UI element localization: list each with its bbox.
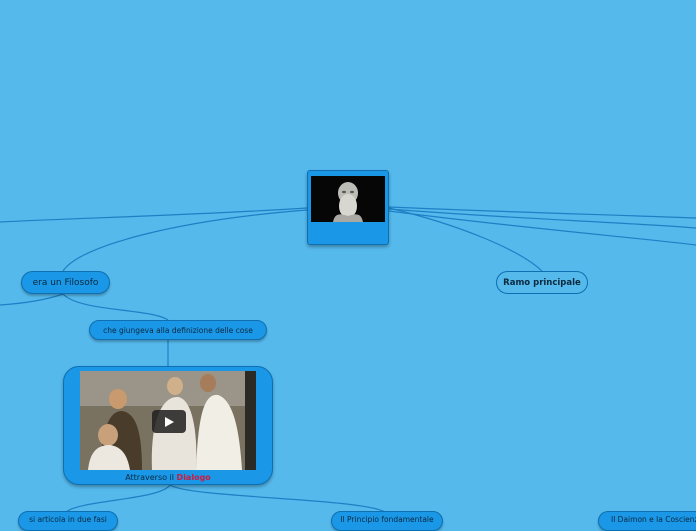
connector-video-ignoranza [169,484,386,513]
node-fasi[interactable]: si articola in due fasi [18,511,118,531]
dialogo-caption-prefix: Attraverso il [125,473,174,482]
connector-root-right-2 [388,208,696,229]
connector-filosofo-left-edge [0,293,64,306]
connector-root-left-edge [0,207,308,223]
video-thumbnail[interactable] [80,371,256,470]
connector-filosofo-definizione [62,293,169,321]
play-icon[interactable] [152,410,186,433]
dialogo-highlight: Dialogo [176,473,211,482]
node-ramo-label: Ramo principale [503,277,581,288]
dialogo-caption: Attraverso il Dialogo [125,473,211,482]
node-daimon[interactable]: Il Daimon e la Coscienza [598,511,696,531]
socrates-bust-photo [311,176,385,222]
connector-video-fasi [65,484,171,513]
node-dialogo-video[interactable]: Attraverso il Dialogo [63,366,273,485]
root-node[interactable] [307,170,389,245]
node-definizione[interactable]: che giungeva alla definizione delle cose [89,320,267,340]
node-ramo-principale[interactable]: Ramo principale [496,271,588,294]
connector-root-filosofo [62,209,308,272]
node-principio[interactable]: Il Principio fondamentale [331,511,443,531]
node-filosofo[interactable]: era un Filosofo [21,271,110,294]
node-filosofo-label: era un Filosofo [32,277,99,288]
node-definizione-label: che giungeva alla definizione delle cose [103,325,253,335]
mindmap-canvas: era un Filosofo Ramo principale che giun… [0,0,696,531]
